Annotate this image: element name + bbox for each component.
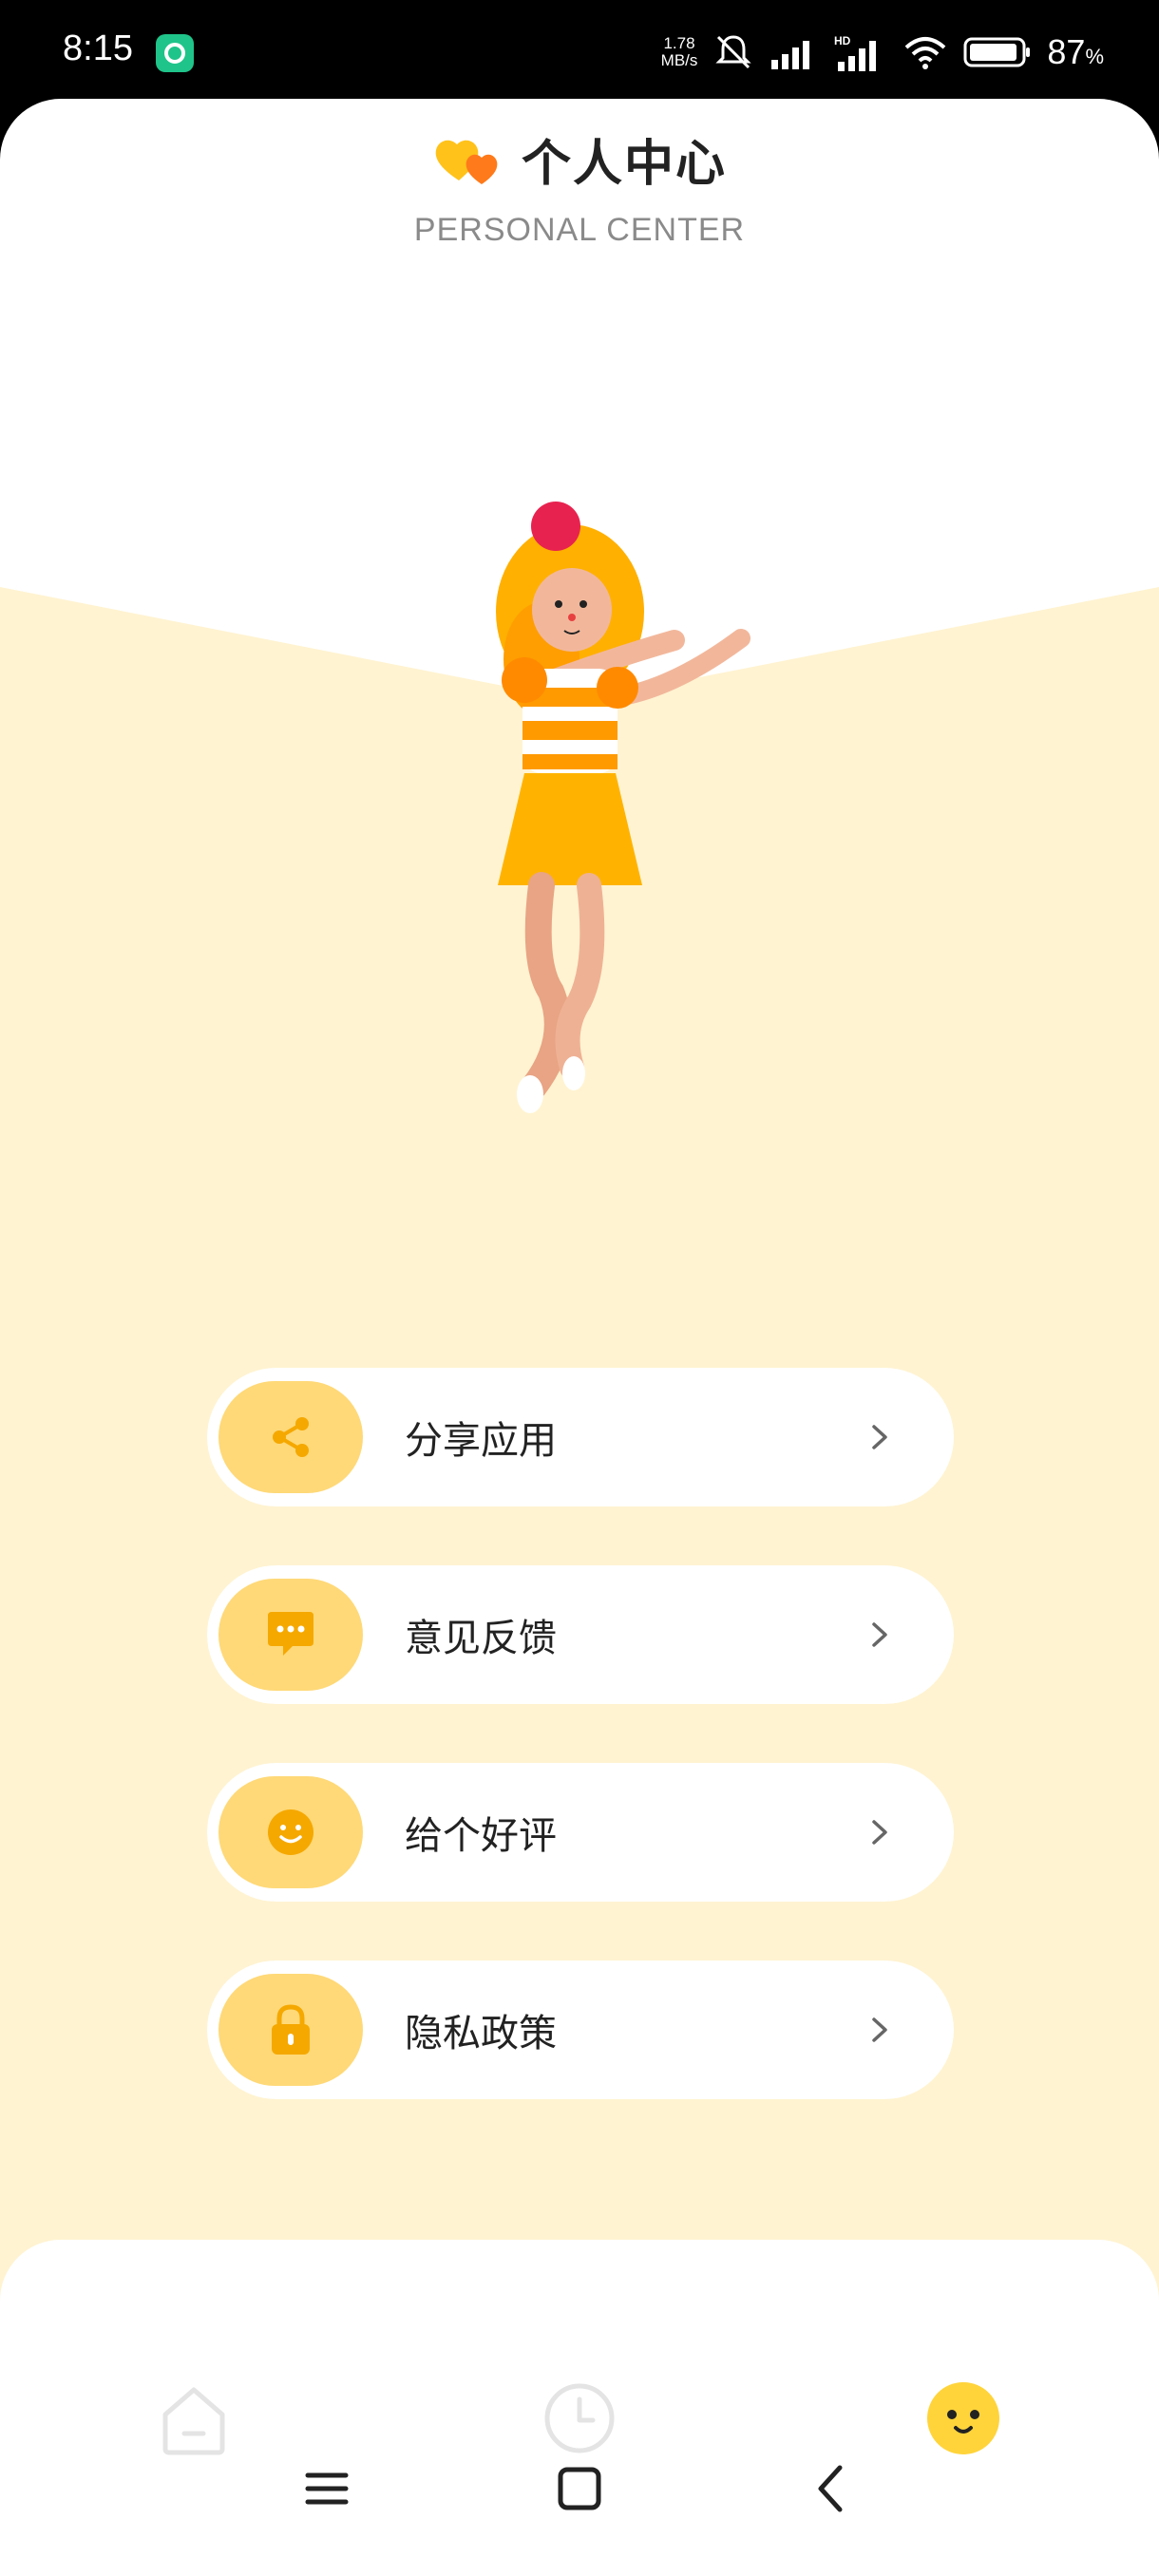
feedback-icon: [218, 1579, 363, 1691]
back-chevron-icon[interactable]: [804, 2460, 861, 2517]
menu-list: 分享应用 意见反馈 给个好评 隐私政策: [207, 1368, 954, 2158]
network-speed: 1.78 MB/s: [660, 34, 698, 69]
menu-item-label: 给个好评: [405, 1814, 557, 1858]
menu-item-rate-app[interactable]: 给个好评: [207, 1763, 954, 1902]
chevron-right-icon: [872, 1622, 887, 1647]
status-right-group: 1.78 MB/s HD 87%: [661, 28, 1104, 76]
smiley-face-icon[interactable]: [925, 2380, 1001, 2456]
chevron-right-icon: [872, 1820, 887, 1845]
svg-text:HD: HD: [834, 34, 851, 47]
menu-item-feedback[interactable]: 意见反馈: [207, 1565, 954, 1704]
page-title: 个人中心: [521, 136, 727, 193]
share-icon: [218, 1381, 363, 1493]
page-subtitle: PERSONAL CENTER: [413, 212, 746, 248]
dancing-girl-illustration: [496, 502, 750, 1113]
hearts-icon: [435, 140, 498, 184]
signal-hd-icon: HD: [834, 34, 877, 71]
mute-bell-icon: [715, 35, 752, 69]
wifi-icon: [905, 37, 946, 69]
menu-item-label: 分享应用: [405, 1419, 557, 1463]
system-nav-bar: [0, 2460, 1159, 2555]
home-square-icon[interactable]: [551, 2460, 608, 2517]
menu-lines-icon[interactable]: [298, 2460, 355, 2517]
status-bar: 8:15 1.78 MB/s HD 87%: [0, 0, 1159, 104]
page-header: 个人中心 PERSONAL CENTER: [0, 123, 1159, 249]
clock-icon[interactable]: [542, 2380, 618, 2456]
chevron-right-icon: [872, 1425, 887, 1449]
menu-item-label: 意见反馈: [405, 1617, 557, 1660]
smile-icon: [218, 1776, 363, 1888]
signal-icon: [771, 41, 810, 69]
menu-item-label: 隐私政策: [405, 2012, 557, 2055]
app-notification-icon: [156, 34, 194, 72]
battery-icon: [963, 37, 1031, 67]
status-time: 8:15: [63, 28, 133, 68]
menu-item-privacy-policy[interactable]: 隐私政策: [207, 1960, 954, 2099]
personal-center-screen: 个人中心 PERSONAL CENTER 分享应用 意见反馈 给个好评 隐私政策: [0, 99, 1159, 2576]
chevron-right-icon: [872, 2017, 887, 2042]
menu-item-share-app[interactable]: 分享应用: [207, 1368, 954, 1506]
lock-icon: [218, 1974, 363, 2086]
home-icon[interactable]: [156, 2380, 232, 2456]
battery-percent: 87%: [1047, 32, 1104, 71]
